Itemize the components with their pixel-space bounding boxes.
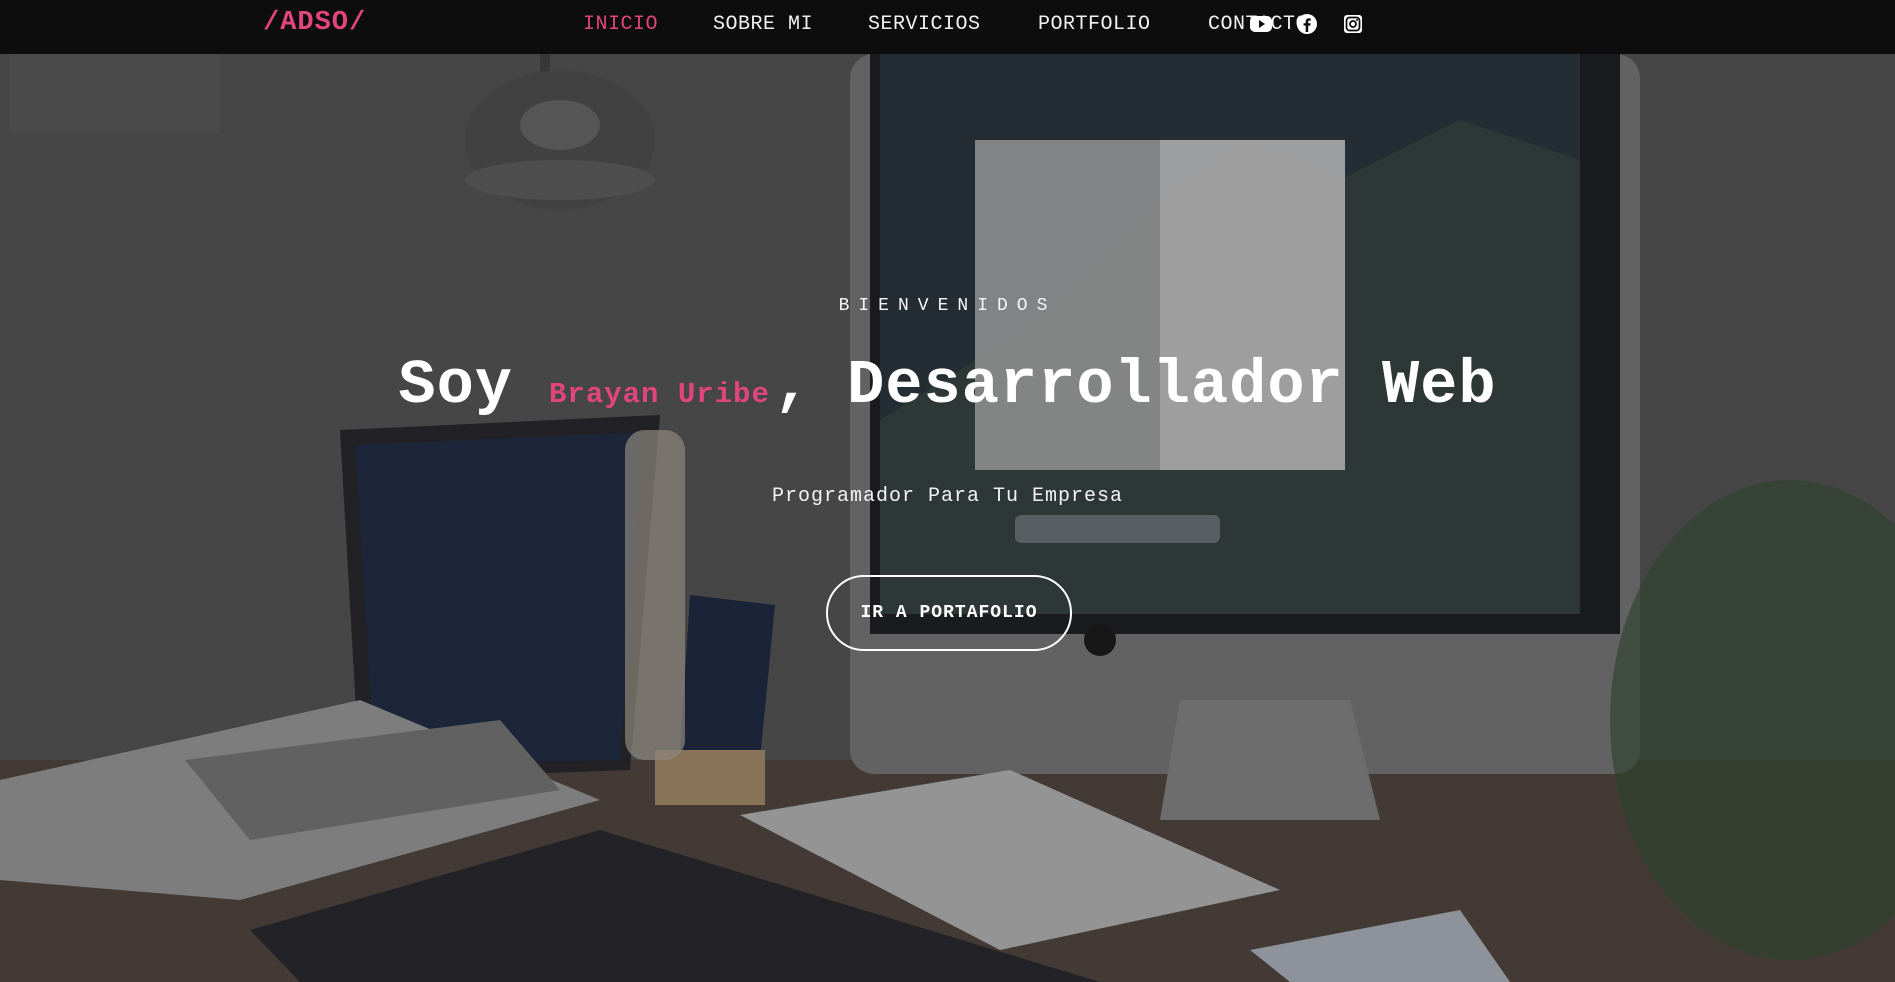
nav-item-portfolio: PORTFOLIO xyxy=(1038,13,1208,36)
hero-eyebrow: BIENVENIDOS xyxy=(838,296,1057,316)
portfolio-cta-button[interactable]: IR A PORTAFOLIO xyxy=(826,575,1072,651)
hero-subtitle: Programador Para Tu Empresa xyxy=(771,485,1124,508)
headline-comma: , xyxy=(773,350,812,421)
youtube-icon[interactable] xyxy=(1249,13,1273,35)
brand-logo[interactable]: /ADSO/ xyxy=(263,8,366,38)
nav-link-portfolio[interactable]: PORTFOLIO xyxy=(1038,13,1208,36)
social-links xyxy=(1249,13,1365,35)
nav-item-servicios: SERVICIOS xyxy=(868,13,1038,36)
nav-item-inicio: INICIO xyxy=(583,13,713,36)
nav-link-servicios[interactable]: SERVICIOS xyxy=(868,13,1038,36)
instagram-icon[interactable] xyxy=(1341,13,1365,35)
nav-menu: INICIOSOBRE MISERVICIOSPORTFOLIOCONTACTO xyxy=(583,13,1348,36)
headline-role: Desarrollador Web xyxy=(847,350,1497,421)
hero-headline: Soy Brayan Uribe, Desarrollador Web xyxy=(0,350,1895,421)
nav-item-sobre-mi: SOBRE MI xyxy=(713,13,868,36)
top-navbar: /ADSO/ INICIOSOBRE MISERVICIOSPORTFOLIOC… xyxy=(0,0,1895,54)
developer-name: Brayan Uribe xyxy=(549,378,770,411)
hero-section: BIENVENIDOS Soy Brayan Uribe, Desarrollado… xyxy=(0,0,1895,982)
nav-link-inicio[interactable]: INICIO xyxy=(583,13,713,36)
page: /ADSO/ INICIOSOBRE MISERVICIOSPORTFOLIOC… xyxy=(0,0,1895,982)
headline-prefix: Soy xyxy=(398,350,514,421)
nav-link-sobre-mi[interactable]: SOBRE MI xyxy=(713,13,868,36)
facebook-icon[interactable] xyxy=(1295,13,1319,35)
